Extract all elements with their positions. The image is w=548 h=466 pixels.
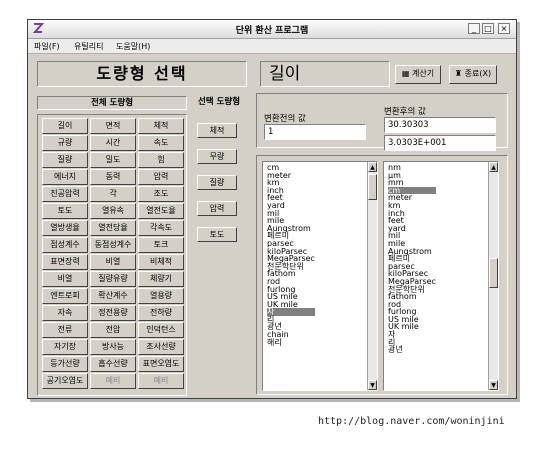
exit-button[interactable]: ♜ 종료(X) [449, 65, 497, 84]
category-button[interactable]: 조도 [138, 186, 184, 202]
category-button[interactable]: 자속 [42, 305, 88, 321]
selected-unit-button[interactable]: 질량 [197, 175, 237, 190]
scroll-up-arrow-icon[interactable]: ▲ [489, 162, 498, 172]
category-button[interactable]: 토도 [42, 203, 88, 219]
to-list-scrollbar[interactable]: ▲ ▼ [488, 162, 498, 390]
category-button[interactable]: 질량 [42, 152, 88, 168]
category-button[interactable]: 공기오염도 [42, 373, 88, 389]
category-button[interactable]: 동력 [90, 169, 136, 185]
category-button[interactable]: 자기장 [42, 339, 88, 355]
calculator-icon: ▦ [401, 69, 410, 78]
unit-list-item[interactable]: 자 [388, 331, 436, 339]
menu-file[interactable]: 파일(F) [34, 41, 60, 52]
selected-units-header: 선택 도량형 [197, 97, 241, 107]
selected-unit-button[interactable]: 체적 [197, 123, 237, 138]
close-button[interactable]: × [498, 23, 510, 34]
menu-utility[interactable]: 유틸리티 [74, 41, 103, 52]
category-button[interactable]: 예비 [138, 373, 184, 389]
maximize-button[interactable]: □ [482, 23, 494, 34]
selected-unit-button[interactable]: 압력 [197, 201, 237, 216]
category-button[interactable]: 각 [90, 186, 136, 202]
category-button[interactable]: 면적 [90, 118, 136, 134]
category-button[interactable]: 열전당율 [90, 220, 136, 236]
category-button[interactable]: 표면장력 [42, 254, 88, 270]
category-button[interactable]: 규량 [42, 135, 88, 151]
category-button[interactable]: 전압 [90, 322, 136, 338]
category-button[interactable]: 진공압력 [42, 186, 88, 202]
after-label: 변환후의 값 [384, 107, 426, 117]
category-button[interactable]: 힘 [138, 152, 184, 168]
exit-label: 종료(X) [464, 69, 492, 78]
from-list-scrollbar[interactable]: ▲ ▼ [367, 162, 377, 390]
unit-list-item[interactable]: UK mile [267, 300, 315, 309]
category-button[interactable]: 길이 [42, 118, 88, 134]
to-unit-list[interactable]: nm μm mm cm meter km inch feet yard mil mile Aungst… [383, 161, 499, 391]
category-button[interactable]: 질량유량 [90, 271, 136, 287]
scroll-thumb[interactable] [489, 258, 498, 288]
from-unit-list[interactable]: cm meter km inch feet yard mil mile Aungstrom 페르미… [262, 161, 378, 391]
app-window: 단위 환산 프로그램 _ □ × 파일(F) 유틸리티 도움말(H) 도량형 선… [27, 19, 517, 399]
category-button[interactable]: 속도 [138, 135, 184, 151]
category-button[interactable]: 흡수선량 [90, 356, 136, 372]
category-button[interactable]: 각속도 [138, 220, 184, 236]
category-button[interactable]: 압력 [138, 169, 184, 185]
scroll-up-arrow-icon[interactable]: ▲ [368, 162, 377, 172]
menu-help[interactable]: 도움말(H) [116, 41, 150, 52]
category-button[interactable]: 방사능 [90, 339, 136, 355]
category-button[interactable]: 예비 [90, 373, 136, 389]
exit-icon: ♜ [454, 69, 463, 78]
main-title: 도량형 선택 [37, 61, 247, 87]
unit-list-item[interactable]: 광년 [388, 346, 436, 354]
category-button[interactable]: 체적 [138, 118, 184, 134]
after-value-field[interactable]: 30.30303 [384, 117, 496, 133]
menu-bar: 파일(F) 유틸리티 도움말(H) [28, 39, 516, 54]
category-button[interactable]: 열용량 [138, 288, 184, 304]
unit-list-item[interactable]: UK mile [388, 323, 436, 331]
category-button[interactable]: 등가선량 [42, 356, 88, 372]
category-button[interactable]: 비열 [90, 254, 136, 270]
category-button[interactable]: 점성계수 [42, 237, 88, 253]
category-button[interactable]: 시간 [90, 135, 136, 151]
current-category-title: 길이 [260, 61, 390, 87]
category-grid: 길이 면적 체적규량 시간 속도질량 밀도 힘에너지 동력 압력진공압력 각 조도토도 열유속 열전도율… [37, 114, 187, 396]
before-label: 변환전의 값 [264, 114, 306, 124]
window-title: 단위 환산 프로그램 [235, 26, 309, 36]
minimize-button[interactable]: _ [468, 23, 480, 34]
scroll-thumb[interactable] [368, 174, 377, 200]
category-button[interactable]: 열유속 [90, 203, 136, 219]
scroll-down-arrow-icon[interactable]: ▼ [489, 380, 498, 390]
category-button[interactable]: 밀도 [90, 152, 136, 168]
category-button[interactable]: 동점성계수 [90, 237, 136, 253]
unit-list-item[interactable]: 자 [267, 308, 315, 316]
category-button[interactable]: 비체적 [138, 254, 184, 270]
before-value-input[interactable]: 1 [264, 124, 366, 140]
category-button[interactable]: 확산계수 [90, 288, 136, 304]
category-button[interactable]: 체량기 [138, 271, 184, 287]
category-button[interactable]: 정전용량 [90, 305, 136, 321]
category-button[interactable]: 전류 [42, 322, 88, 338]
category-button[interactable]: 열전도율 [138, 203, 184, 219]
scroll-down-arrow-icon[interactable]: ▼ [368, 380, 377, 390]
category-button[interactable]: 인덕턴스 [138, 322, 184, 338]
category-button[interactable]: 조사선량 [138, 339, 184, 355]
category-button[interactable]: 전하량 [138, 305, 184, 321]
all-units-header: 전체 도량형 [37, 96, 187, 110]
category-button[interactable]: 에너지 [42, 169, 88, 185]
calculator-label: 계산기 [412, 69, 435, 78]
selected-unit-button[interactable]: 무량 [197, 149, 237, 164]
category-button[interactable]: 엔트로피 [42, 288, 88, 304]
category-button[interactable]: 비열 [42, 271, 88, 287]
selected-unit-button[interactable]: 토도 [197, 227, 237, 242]
watermark-url: http://blog.naver.com/woninjini [318, 416, 505, 427]
category-button[interactable]: 열방생율 [42, 220, 88, 236]
after-value-sci-field[interactable]: 3.0303E+001 [384, 135, 496, 151]
category-button[interactable]: 토크 [138, 237, 184, 253]
unit-list-item[interactable]: 해리 [267, 338, 315, 347]
calculator-button[interactable]: ▦ 계산기 [395, 65, 441, 84]
category-button[interactable]: 표면오염도 [138, 356, 184, 372]
title-bar: 단위 환산 프로그램 _ □ × [28, 20, 516, 39]
